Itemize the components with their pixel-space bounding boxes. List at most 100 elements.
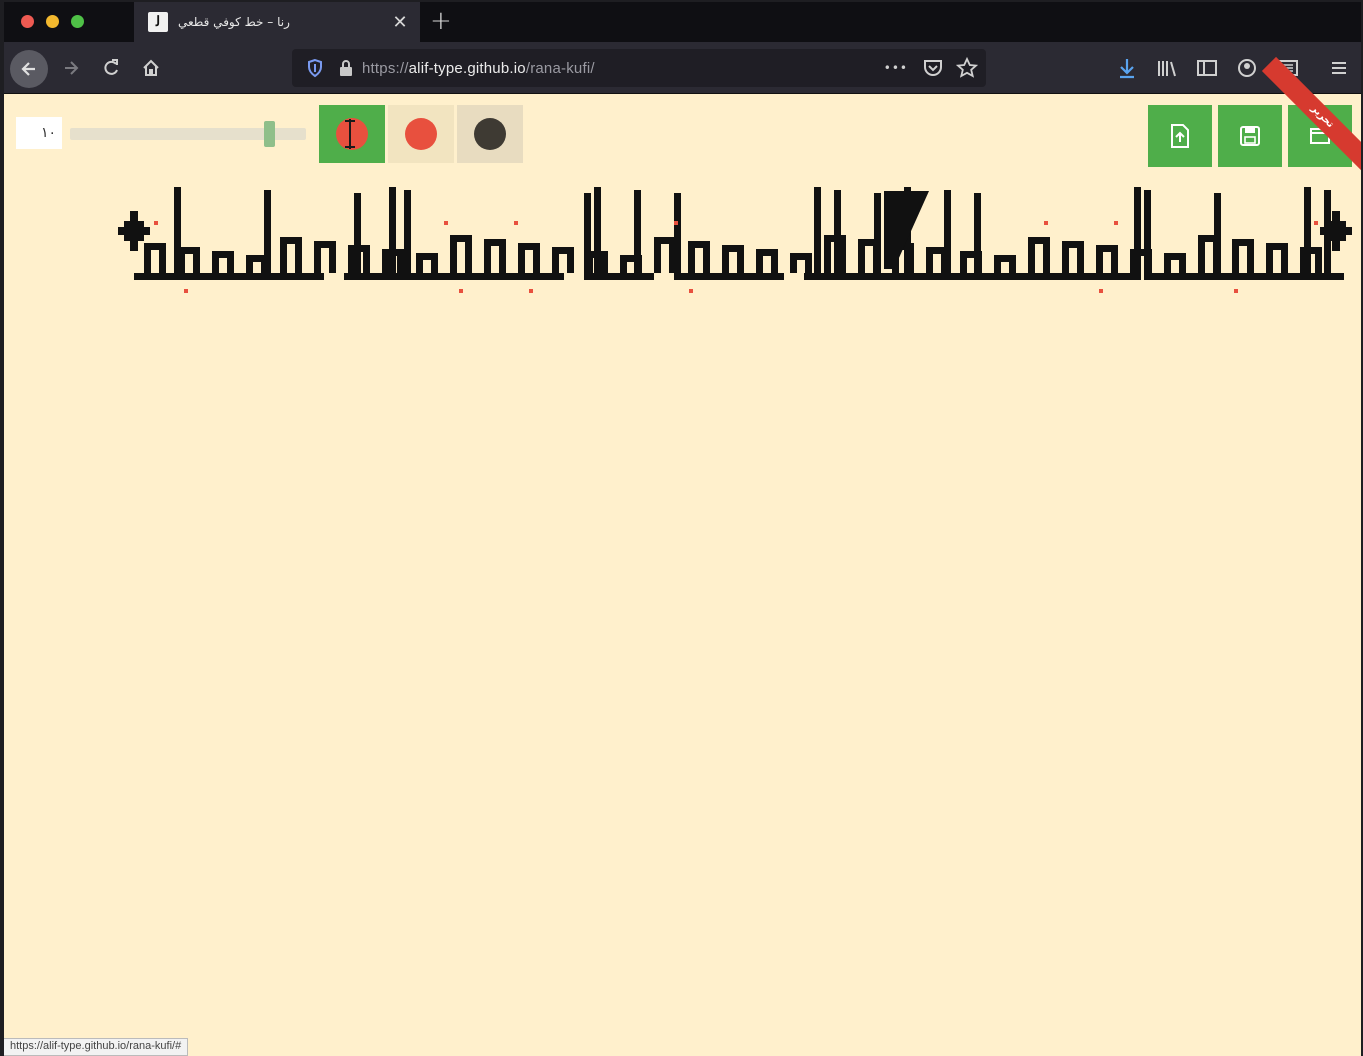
size-slider-thumb[interactable] bbox=[263, 121, 275, 147]
minimize-window-button[interactable] bbox=[46, 15, 59, 28]
calligraphy-stroke bbox=[118, 227, 150, 235]
navigation-bar: https://alif-type.github.io/rana-kufi/ •… bbox=[4, 42, 1361, 94]
calligraphy-stroke bbox=[1232, 239, 1239, 273]
url-text[interactable]: https://alif-type.github.io/rana-kufi/ bbox=[362, 60, 595, 77]
red-dot-icon bbox=[405, 118, 437, 150]
calligraphy-stroke bbox=[1043, 237, 1050, 273]
url-path: /rana-kufi/ bbox=[525, 59, 595, 77]
library-icon bbox=[1158, 61, 1176, 77]
calligraphy-stroke bbox=[994, 255, 1001, 273]
calligraphy-stroke bbox=[212, 251, 219, 273]
calligraphy-stroke bbox=[601, 251, 608, 273]
calligraphy-stroke bbox=[805, 253, 812, 273]
home-button[interactable] bbox=[138, 54, 164, 82]
shield-icon[interactable] bbox=[306, 58, 324, 78]
red-dot-tool[interactable] bbox=[388, 105, 454, 163]
calligraphy-stroke bbox=[178, 247, 185, 273]
reload-icon bbox=[104, 59, 118, 75]
calligraphy-stroke bbox=[1111, 245, 1118, 273]
calligraphy-stroke bbox=[518, 243, 525, 273]
calligraphy-stroke bbox=[1044, 221, 1048, 225]
library-button[interactable] bbox=[1154, 54, 1180, 82]
calligraphy-stroke bbox=[975, 251, 982, 273]
calligraphy-stroke bbox=[839, 235, 846, 273]
calligraphy-stroke bbox=[941, 247, 948, 273]
favicon-icon: ﻟ bbox=[148, 12, 168, 32]
calligraphy-stroke bbox=[1164, 253, 1171, 273]
calligraphy-stroke bbox=[1315, 247, 1322, 273]
calligraphy-stroke bbox=[873, 239, 880, 273]
calligraphy-stroke bbox=[382, 249, 389, 273]
calligraphy-stroke bbox=[444, 221, 448, 225]
calligraphy-stroke bbox=[688, 241, 695, 273]
sidebar-icon bbox=[1197, 60, 1217, 76]
calligraphy-stroke bbox=[533, 243, 540, 273]
calligraphy-stroke bbox=[567, 247, 574, 273]
calligraphy-stroke bbox=[1130, 249, 1137, 273]
tab-bar: ﻟ رنا – خط كوفي قطعي ✕ + bbox=[4, 2, 1361, 42]
calligraphy-stroke bbox=[404, 190, 411, 280]
pocket-icon[interactable] bbox=[922, 58, 944, 78]
calligraphy-stroke bbox=[1300, 247, 1307, 273]
dark-dot-tool[interactable] bbox=[457, 105, 523, 163]
download-icon bbox=[1120, 59, 1134, 79]
calligraphy-stroke bbox=[184, 289, 188, 293]
back-button[interactable] bbox=[10, 50, 48, 88]
menu-button[interactable] bbox=[1326, 54, 1352, 82]
calligraphy-stroke bbox=[737, 245, 744, 273]
account-button[interactable] bbox=[1234, 54, 1260, 82]
forward-button[interactable] bbox=[58, 54, 84, 82]
tab-close-button[interactable]: ✕ bbox=[392, 12, 408, 33]
calligraphy-stroke bbox=[635, 255, 642, 273]
maximize-window-button[interactable] bbox=[71, 15, 84, 28]
close-window-button[interactable] bbox=[21, 15, 34, 28]
upload-button[interactable] bbox=[1148, 105, 1212, 167]
calligraphy-stroke bbox=[295, 237, 302, 273]
calligraphy-stroke bbox=[689, 289, 693, 293]
calligraphy-stroke bbox=[514, 221, 518, 225]
size-input[interactable]: ١٠ bbox=[16, 117, 62, 149]
calligraphy-stroke bbox=[1234, 289, 1238, 293]
page-content: ١٠ تحرير https://alif-type.github.io/ran… bbox=[4, 56, 1361, 1056]
calligraphy-stroke bbox=[552, 247, 559, 273]
calligraphy-stroke bbox=[1320, 227, 1352, 235]
save-icon bbox=[1240, 126, 1260, 146]
calligraphy-artwork bbox=[118, 187, 1352, 293]
new-tab-button[interactable]: + bbox=[430, 6, 452, 36]
calligraphy-stroke bbox=[1028, 237, 1035, 273]
browser-tab[interactable]: ﻟ رنا – خط كوفي قطعي ✕ bbox=[134, 2, 420, 42]
calligraphy-stroke bbox=[1247, 239, 1254, 273]
calligraphy-stroke bbox=[193, 247, 200, 273]
calligraphy-stroke bbox=[1213, 235, 1220, 273]
calligraphy-stroke bbox=[1096, 245, 1103, 273]
url-bar[interactable]: https://alif-type.github.io/rana-kufi/ •… bbox=[292, 49, 986, 87]
calligraphy-stroke bbox=[416, 253, 423, 273]
bookmark-star-icon[interactable] bbox=[956, 57, 978, 79]
red-dot-move-tool[interactable] bbox=[319, 105, 385, 163]
calligraphy-stroke bbox=[756, 249, 763, 273]
calligraphy-stroke bbox=[280, 237, 287, 273]
calligraphy-stroke bbox=[154, 221, 158, 225]
save-button[interactable] bbox=[1218, 105, 1282, 167]
sidebar-button[interactable] bbox=[1194, 54, 1220, 82]
calligraphy-stroke bbox=[529, 289, 533, 293]
url-scheme: https:// bbox=[362, 59, 409, 77]
resize-cursor-icon bbox=[345, 119, 355, 149]
forward-arrow-icon bbox=[65, 61, 79, 75]
lock-icon[interactable] bbox=[338, 59, 354, 77]
calligraphy-stroke bbox=[1179, 253, 1186, 273]
kufic-calligraphy-canvas[interactable] bbox=[114, 181, 1354, 303]
back-arrow-icon bbox=[21, 62, 35, 76]
home-icon bbox=[143, 59, 159, 76]
calligraphy-stroke bbox=[159, 243, 166, 273]
reload-button[interactable] bbox=[98, 54, 124, 82]
calligraphy-stroke bbox=[620, 255, 627, 273]
calligraphy-stroke bbox=[354, 193, 361, 280]
calligraphy-stroke bbox=[484, 239, 491, 273]
calligraphy-stroke bbox=[907, 243, 914, 273]
calligraphy-stroke bbox=[314, 241, 321, 273]
page-actions-button[interactable]: ••• bbox=[884, 61, 908, 75]
downloads-button[interactable] bbox=[1114, 54, 1140, 82]
account-icon bbox=[1238, 59, 1256, 77]
calligraphy-stroke bbox=[134, 273, 324, 280]
